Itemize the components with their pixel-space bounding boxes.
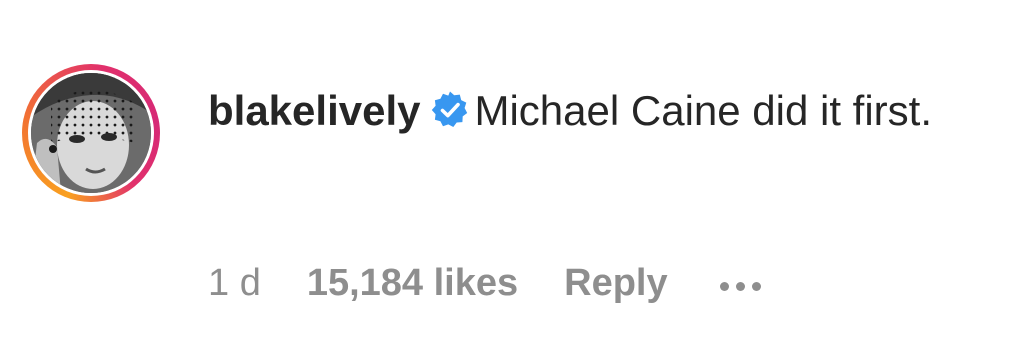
verified-badge-icon bbox=[432, 91, 468, 127]
reply-button[interactable]: Reply bbox=[564, 262, 667, 305]
comment-meta: 1 d 15,184 likes Reply bbox=[208, 258, 761, 308]
comment-body: blakelively Michael Caine did it first. bbox=[208, 84, 998, 138]
avatar-image bbox=[31, 73, 151, 193]
comment-text: Michael Caine did it first. bbox=[474, 87, 932, 134]
likes-count-button[interactable]: 15,184 likes bbox=[307, 262, 518, 305]
more-options-icon[interactable] bbox=[719, 276, 761, 291]
comment: blakelively Michael Caine did it first. … bbox=[0, 0, 1024, 349]
comment-timestamp[interactable]: 1 d bbox=[208, 262, 261, 305]
username-link[interactable]: blakelively bbox=[208, 87, 420, 134]
dot bbox=[751, 281, 761, 291]
avatar[interactable] bbox=[31, 73, 151, 193]
dot bbox=[719, 281, 729, 291]
avatar-story-ring[interactable] bbox=[22, 64, 160, 202]
dot bbox=[735, 281, 745, 291]
